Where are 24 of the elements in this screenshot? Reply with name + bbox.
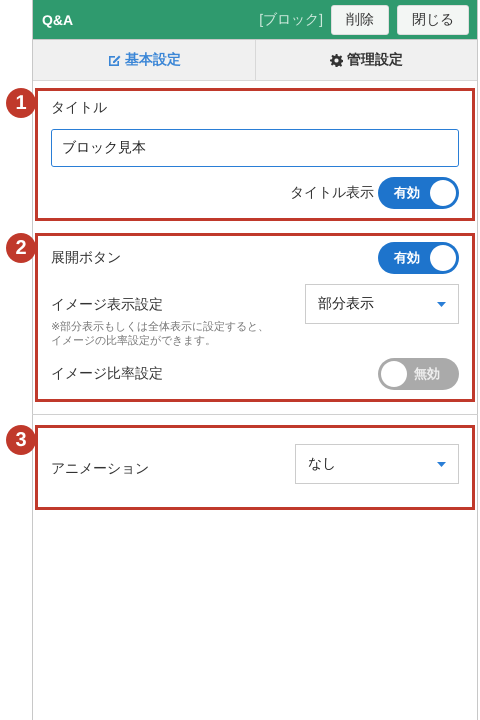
caret-icon	[437, 302, 446, 306]
number-badge: 2	[6, 233, 36, 263]
header-button[interactable]: 閉じる	[397, 4, 469, 34]
field-label: アニメーション	[51, 460, 149, 478]
field-label: タイトル	[51, 99, 107, 117]
field-label: タイトル表示	[290, 184, 374, 202]
help-note: ※部分表示もしくは全体表示に設定すると、イメージの比率設定ができます。	[51, 320, 270, 348]
field-label: イメージ比率設定	[51, 365, 163, 383]
select-dropdown[interactable]: 部分表示	[305, 284, 459, 324]
edit-icon	[106, 53, 121, 67]
select-dropdown[interactable]: なし	[295, 444, 459, 484]
number-badge: 3	[6, 425, 36, 455]
toggle-switch[interactable]: 有効	[378, 242, 459, 274]
block-tag: [ブロック]	[259, 10, 323, 28]
caret-icon	[437, 462, 446, 466]
tab[interactable]: 管理設定	[254, 40, 477, 80]
toggle-switch[interactable]: 有効	[378, 177, 459, 209]
panel-title: Q&A	[42, 12, 74, 28]
field-label: 展開ボタン	[51, 249, 121, 267]
settings-icon	[330, 54, 343, 66]
header-button[interactable]: 削除	[331, 4, 389, 34]
number-badge: 1	[6, 88, 36, 118]
input-field[interactable]: ブロック見本	[51, 129, 459, 167]
field-label: イメージ表示設定	[51, 296, 164, 314]
